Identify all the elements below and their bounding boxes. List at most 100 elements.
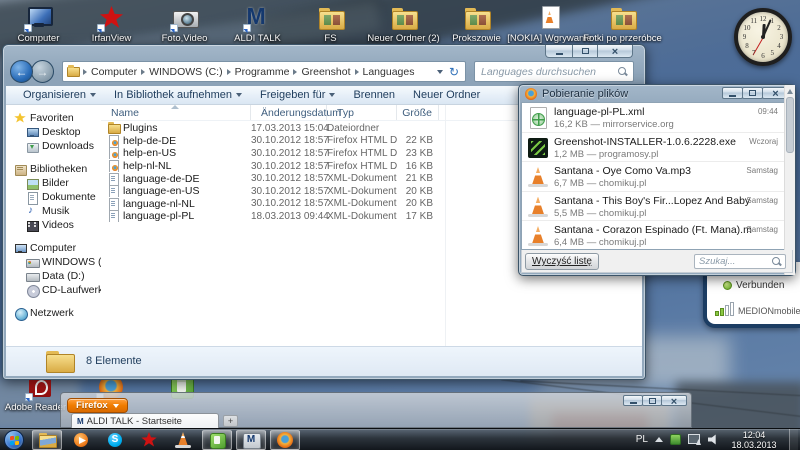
- download-item[interactable]: Santana - This Boy's Fir...Lopez And Bab…: [522, 192, 792, 222]
- clock-numeral: 3: [780, 33, 784, 41]
- breadcrumb-item[interactable]: Programme: [232, 66, 293, 78]
- download-file-meta: 6,7 MB — chomikuj.pl: [554, 178, 752, 189]
- desktop-icon[interactable]: Prokszowie: [440, 5, 513, 44]
- taskbar-button[interactable]: [66, 430, 96, 450]
- sidebar-item[interactable]: Favoriten: [6, 111, 101, 125]
- toolbar-button[interactable]: Neuer Ordner: [404, 89, 489, 101]
- taskbar-button[interactable]: [32, 430, 62, 450]
- minimize-button[interactable]: [623, 395, 643, 406]
- taskbar-button[interactable]: [134, 430, 164, 450]
- breadcrumb-segment: Programme: [226, 66, 293, 78]
- sidebar-item[interactable]: Netzwerk: [6, 306, 101, 320]
- tray-app-icon[interactable]: [670, 434, 681, 445]
- breadcrumb-item[interactable]: WINDOWS (C:): [146, 66, 226, 78]
- close-button[interactable]: [661, 395, 687, 406]
- breadcrumb-item[interactable]: Languages: [360, 66, 418, 78]
- file-type: XML-Dokument: [327, 173, 397, 184]
- sidebar-item-label: Data (D:): [42, 270, 85, 282]
- downloads-scrollbar[interactable]: [784, 85, 795, 275]
- tab-title: ALDI TALK - Startseite: [87, 416, 182, 427]
- breadcrumb-separator-icon: [293, 69, 297, 75]
- toolbar-button-label: Brennen: [353, 89, 395, 101]
- download-item[interactable]: Greenshot-INSTALLER-1.0.6.2228.exe 1,2 M…: [522, 133, 792, 163]
- clear-list-button[interactable]: Wyczyść listę: [525, 253, 599, 270]
- column-header-type[interactable]: Typ: [327, 105, 397, 120]
- desktop-icon[interactable]: Foto,Video: [148, 5, 221, 44]
- desktop-icon[interactable]: Fotki po przeróbce: [586, 5, 659, 44]
- toolbar-button[interactable]: Brennen: [344, 89, 404, 101]
- file-type: XML-Dokument: [327, 198, 397, 209]
- volume-icon[interactable]: [708, 434, 719, 445]
- close-button[interactable]: [597, 45, 633, 58]
- sidebar-item[interactable]: Computer: [6, 241, 101, 255]
- sidebar-item-icon: [26, 178, 38, 189]
- back-button[interactable]: [10, 60, 33, 83]
- clock-gadget[interactable]: 121234567891011: [734, 8, 792, 66]
- network-tray-icon[interactable]: [688, 434, 701, 445]
- browser-tab[interactable]: ALDI TALK - Startseite: [71, 413, 219, 429]
- minimize-button[interactable]: [545, 45, 573, 58]
- sidebar-item[interactable]: Bibliotheken: [6, 162, 101, 176]
- minimize-button[interactable]: [722, 87, 743, 99]
- signal-bars-icon: [720, 308, 724, 316]
- sidebar-item[interactable]: Data (D:): [6, 269, 101, 283]
- toolbar-button[interactable]: Organisieren: [14, 89, 105, 101]
- sidebar-item[interactable]: Musik: [6, 204, 101, 218]
- sidebar-item-icon: [26, 285, 38, 296]
- start-button[interactable]: [4, 430, 24, 450]
- desktop-icon[interactable]: FS: [294, 5, 367, 44]
- forward-button[interactable]: [31, 60, 54, 83]
- maximize-button[interactable]: [742, 87, 763, 99]
- desktop-icon[interactable]: ALDI TALK: [221, 5, 294, 44]
- file-name: help-de-DE: [123, 135, 176, 147]
- toolbar-button[interactable]: In Bibliothek aufnehmen: [105, 89, 251, 101]
- downloads-search-input[interactable]: Szukaj...: [694, 254, 786, 269]
- column-header-date[interactable]: Änderungsdatum: [251, 105, 327, 120]
- taskbar-button[interactable]: [202, 430, 232, 450]
- breadcrumb-item[interactable]: Greenshot: [298, 66, 353, 78]
- taskbar-button[interactable]: [236, 430, 266, 450]
- close-icon: [772, 84, 778, 102]
- sidebar-item[interactable]: Dokumente: [6, 190, 101, 204]
- firefox-menu-button[interactable]: Firefox: [67, 398, 128, 413]
- desktop-icon[interactable]: Neuer Ordner (2): [367, 5, 440, 44]
- sidebar-item[interactable]: WINDOWS (C:): [6, 255, 101, 269]
- sidebar-item[interactable]: Desktop: [6, 125, 101, 139]
- sidebar-item[interactable]: CD-Laufwerk (F:) ME: [6, 283, 101, 297]
- maximize-button[interactable]: [642, 395, 662, 406]
- desktop-icon[interactable]: Computer: [2, 5, 75, 44]
- refresh-button[interactable]: [445, 65, 463, 79]
- sidebar-item[interactable]: Bilder: [6, 176, 101, 190]
- column-header-name[interactable]: Name: [101, 105, 251, 120]
- show-desktop-button[interactable]: [789, 429, 798, 450]
- taskbar-button[interactable]: [100, 430, 130, 450]
- taskbar-button[interactable]: [168, 430, 198, 450]
- maximize-button[interactable]: [572, 45, 598, 58]
- scrollbar-thumb[interactable]: [786, 97, 794, 153]
- address-dropdown-button[interactable]: [431, 70, 445, 74]
- download-file-name: Santana - This Boy's Fir...Lopez And Bab…: [554, 195, 752, 207]
- clock-numeral: 7: [752, 49, 756, 57]
- toolbar-button[interactable]: Freigeben für: [251, 89, 344, 101]
- sidebar-item[interactable]: Videos: [6, 218, 101, 232]
- desktop-icon[interactable]: [NOKIA] Wgrywanie: [513, 5, 586, 44]
- breadcrumb-item[interactable]: Computer: [88, 66, 140, 78]
- new-tab-button[interactable]: +: [223, 415, 238, 427]
- sidebar-item[interactable]: Downloads: [6, 139, 101, 153]
- desktop-icon[interactable]: IrfanView: [75, 5, 148, 44]
- taskbar-button[interactable]: [270, 430, 300, 450]
- explorer-search-input[interactable]: Languages durchsuchen: [474, 61, 634, 82]
- download-item[interactable]: language-pl-PL.xml 16,2 KB — mirrorservi…: [522, 103, 792, 133]
- file-type: Dateiordner: [327, 123, 397, 134]
- taskbar-clock[interactable]: 12:04 18.03.2013: [726, 430, 782, 450]
- show-hidden-icons-button[interactable]: [655, 437, 663, 442]
- download-item[interactable]: Santana - Corazon Espinado (Ft. Mana).mp…: [522, 221, 792, 250]
- chevron-down-icon: [437, 70, 443, 74]
- sidebar-item-icon: [26, 141, 38, 152]
- file-name: Plugins: [123, 122, 157, 134]
- column-header-size[interactable]: Größe: [397, 105, 439, 120]
- address-bar[interactable]: Computer WINDOWS (C:) Programme Greensho…: [62, 61, 466, 82]
- explorer-navigation-bar: Computer WINDOWS (C:) Programme Greensho…: [6, 58, 642, 85]
- language-indicator[interactable]: PL: [636, 434, 648, 445]
- download-item[interactable]: Santana - Oye Como Va.mp3 6,7 MB — chomi…: [522, 162, 792, 192]
